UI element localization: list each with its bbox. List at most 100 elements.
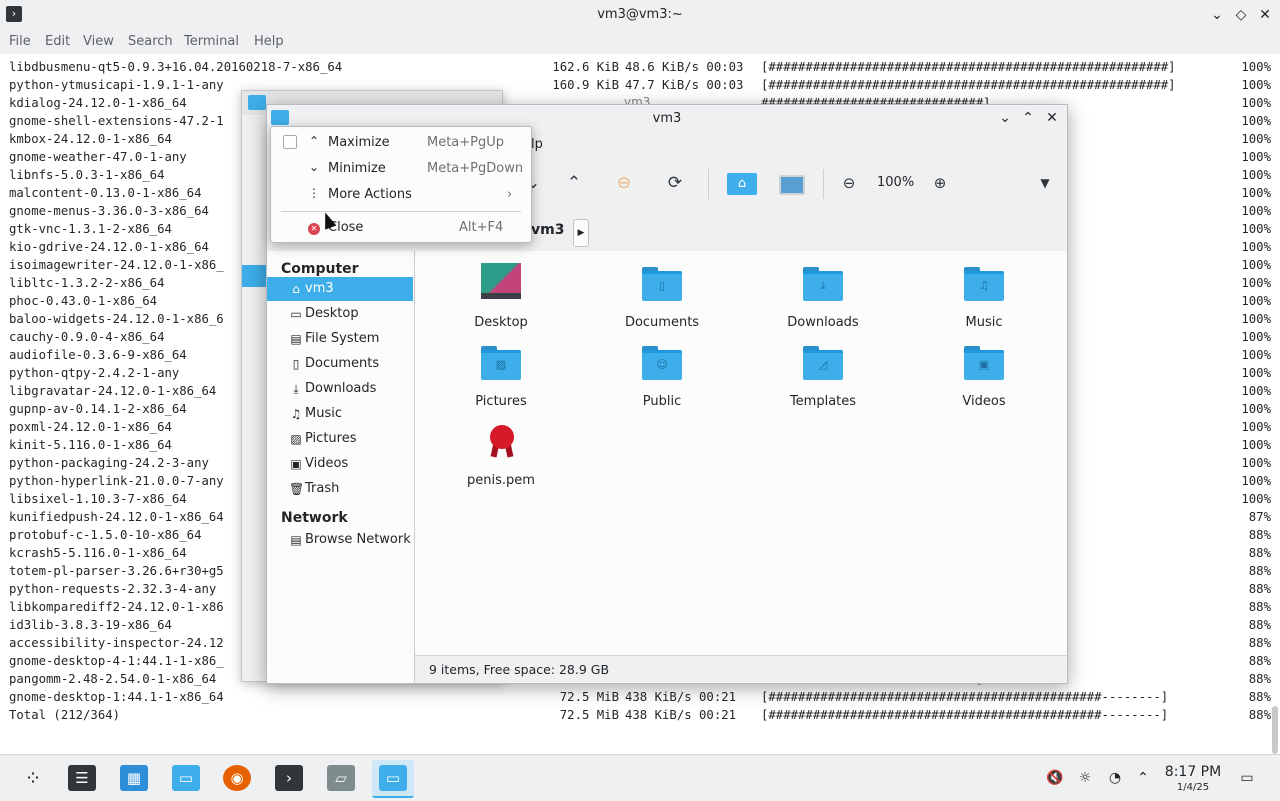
- progress-percent: 100%: [1241, 420, 1271, 434]
- file-item[interactable]: ♫ Music: [919, 255, 1049, 330]
- menu-item-shortcut: Meta+PgUp: [427, 135, 505, 150]
- file-item[interactable]: penis.pem: [436, 413, 566, 488]
- menu-item-more-actions[interactable]: ⋮ More Actions ›: [271, 182, 529, 208]
- file-name: Public: [642, 394, 682, 409]
- folder-emblem-icon: ▣: [978, 358, 990, 371]
- menu-help[interactable]: lp: [531, 137, 543, 152]
- taskbar-scanner-button[interactable]: ▱: [320, 760, 362, 796]
- places-item-browse-network[interactable]: ▤ Browse Network: [267, 528, 413, 552]
- status-text: 9 items, Free space: 28.9 GB: [429, 662, 610, 677]
- taskbar-settings-button[interactable]: ☰: [61, 760, 103, 796]
- places-item-documents[interactable]: ▯ Documents: [267, 352, 413, 376]
- progress-percent: 100%: [1241, 96, 1271, 110]
- places-item-videos[interactable]: ▣ Videos: [267, 452, 413, 476]
- taskbar-files-button[interactable]: ▭: [165, 760, 207, 796]
- progress-percent: 100%: [1241, 258, 1271, 272]
- menu-file[interactable]: File: [9, 34, 31, 49]
- places-item-vm3[interactable]: ⌂ vm3: [267, 277, 413, 301]
- keep-above-icon[interactable]: ◇: [1231, 5, 1251, 25]
- terminal-scrollbar[interactable]: [1272, 706, 1278, 754]
- close-icon[interactable]: ✕: [1255, 5, 1275, 25]
- menu-item-close[interactable]: ✕ Close Alt+F4: [271, 215, 529, 241]
- videos-icon: ▣: [290, 457, 302, 471]
- download-icon: ⤓: [293, 382, 299, 396]
- volume-muted-icon[interactable]: 🔇: [1046, 769, 1064, 787]
- package-name: baloo-widgets-24.12.0-1-x86_6: [9, 312, 224, 326]
- package-name: libgravatar-24.12.0-1-x86_64: [9, 384, 217, 398]
- menu-help[interactable]: Help: [254, 34, 284, 49]
- places-item-desktop[interactable]: ▭ Desktop: [267, 302, 413, 326]
- clock-date[interactable]: 1/4/25: [1162, 782, 1224, 793]
- progress-percent: 88%: [1248, 546, 1271, 560]
- brightness-icon[interactable]: ☼: [1076, 769, 1094, 787]
- reload-button[interactable]: ⟳: [663, 171, 687, 195]
- menu-view[interactable]: View: [83, 34, 114, 49]
- tray-expand-icon[interactable]: ⌃: [1134, 769, 1152, 787]
- go-up-button[interactable]: ⌃: [562, 171, 586, 195]
- home-icon: ⌂: [292, 282, 300, 296]
- menu-item-maximize[interactable]: ⌃ Maximize Meta+PgUp: [271, 130, 529, 156]
- progress-percent: 88%: [1248, 600, 1271, 614]
- progress-percent: 100%: [1241, 456, 1271, 470]
- network-icon[interactable]: ◔: [1106, 769, 1124, 787]
- show-desktop-icon[interactable]: ▭: [1238, 769, 1256, 787]
- menu-search[interactable]: Search: [128, 34, 173, 49]
- clock-time[interactable]: 8:17 PM: [1162, 764, 1224, 780]
- zoom-level: 100%: [877, 175, 915, 190]
- menu-terminal[interactable]: Terminal: [184, 34, 239, 49]
- folder-icon: ▨: [481, 346, 521, 380]
- folder-emblem-icon: ▨: [495, 358, 507, 371]
- taskbar-dolphin-button[interactable]: ▭: [372, 760, 414, 798]
- places-item-trash[interactable]: 🗑 Trash: [267, 477, 413, 501]
- places-item-pictures[interactable]: ▨ Pictures: [267, 427, 413, 451]
- file-item[interactable]: Desktop: [436, 255, 566, 330]
- file-item[interactable]: ☺ Public: [597, 334, 727, 409]
- progress-percent: 100%: [1241, 168, 1271, 182]
- terminal-line: libdbusmenu-qt5-0.9.3+16.04.20160218-7-x…: [9, 58, 1271, 76]
- documents-icon: ▯: [292, 357, 300, 371]
- terminal-titlebar: › vm3@vm3:~ ⌄ ◇ ✕: [0, 0, 1280, 30]
- places-item-music[interactable]: ♫ Music: [267, 402, 413, 426]
- menu-edit[interactable]: Edit: [45, 34, 70, 49]
- taskbar-discover-button[interactable]: ▦: [113, 760, 155, 796]
- download-rate: 438 KiB/s 00:21: [625, 690, 737, 704]
- folder-emblem-icon: ☺: [656, 358, 668, 371]
- file-item[interactable]: ▯ Documents: [597, 255, 727, 330]
- package-name: gupnp-av-0.14.1-2-x86_64: [9, 402, 187, 416]
- breadcrumb-arrow-icon[interactable]: ▶: [573, 219, 589, 247]
- places-item-label: Browse Network: [305, 532, 411, 547]
- chevron-down-icon[interactable]: ⌄: [1207, 5, 1227, 25]
- menu-item-minimize[interactable]: ⌄ Minimize Meta+PgDown: [271, 156, 529, 182]
- progress-percent: 100%: [1241, 60, 1271, 74]
- monitor-icon[interactable]: [779, 175, 805, 195]
- package-name: gnome-shell-extensions-47.2-1: [9, 114, 224, 128]
- file-view[interactable]: Desktop ▯ Documents ⤓ Downloads ♫ Music ▨ Pictur…: [415, 251, 1067, 655]
- file-item[interactable]: ⤓ Downloads: [758, 255, 888, 330]
- file-item[interactable]: ▣ Videos: [919, 334, 1049, 409]
- places-item-downloads[interactable]: ⤓ Downloads: [267, 377, 413, 401]
- stop-icon[interactable]: ⊖: [612, 171, 636, 195]
- taskbar-terminal-button[interactable]: ›: [268, 760, 310, 796]
- drive-icon: ▤: [290, 332, 302, 346]
- zoom-out-icon[interactable]: ⊖: [837, 171, 861, 195]
- taskbar-firefox-button[interactable]: ◉: [216, 760, 258, 796]
- file-item[interactable]: ▨ Pictures: [436, 334, 566, 409]
- places-header-network: Network: [281, 510, 348, 526]
- close-icon[interactable]: ✕: [1042, 108, 1062, 128]
- maximize-icon[interactable]: ⌃: [1018, 108, 1038, 128]
- network-icon: ▤: [290, 533, 302, 547]
- file-item[interactable]: ◿ Templates: [758, 334, 888, 409]
- progress-percent: 100%: [1241, 276, 1271, 290]
- places-item-label: Pictures: [305, 431, 357, 446]
- places-item-file-system[interactable]: ▤ File System: [267, 327, 413, 351]
- app-launcher-button[interactable]: ⁘: [12, 760, 54, 796]
- package-name: Total (212/364): [9, 708, 121, 722]
- download-size: 72.5 MiB: [559, 690, 619, 704]
- toolbar-overflow-button[interactable]: ▼: [1033, 171, 1057, 195]
- zoom-in-icon[interactable]: ⊕: [928, 171, 952, 195]
- folder-icon: ☺: [642, 346, 682, 380]
- progress-percent: 88%: [1248, 618, 1271, 632]
- home-icon[interactable]: ⌂: [727, 173, 757, 195]
- places-item-label: vm3: [305, 281, 334, 296]
- minimize-icon[interactable]: ⌄: [995, 108, 1015, 128]
